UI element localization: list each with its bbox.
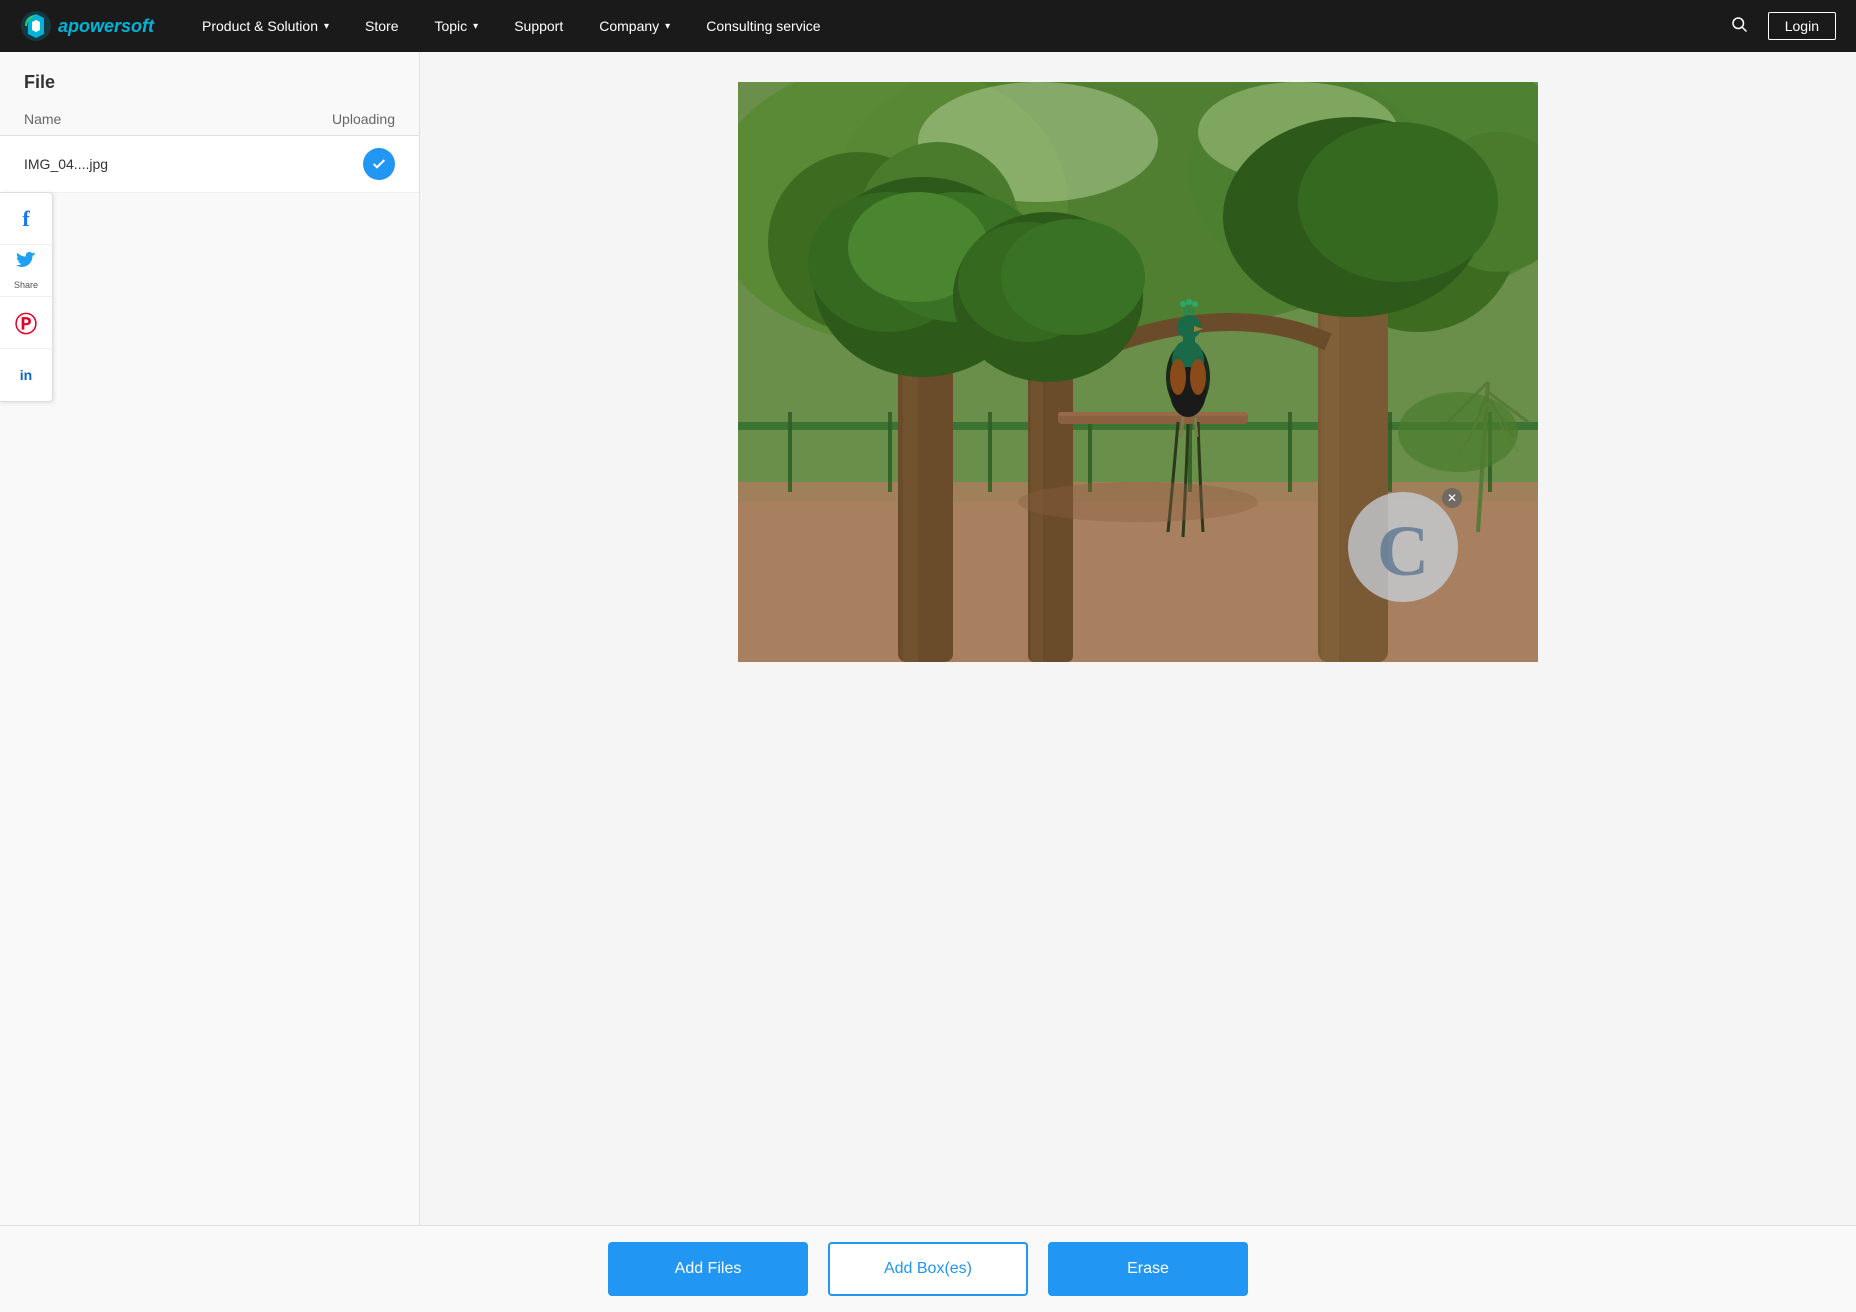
facebook-icon: f bbox=[22, 206, 29, 232]
add-files-button[interactable]: Add Files bbox=[608, 1242, 808, 1296]
nav-actions: Login bbox=[1722, 11, 1836, 42]
logo-text: apowersoft bbox=[58, 16, 154, 37]
file-name: IMG_04....jpg bbox=[24, 156, 363, 172]
chevron-down-icon: ▾ bbox=[473, 21, 478, 32]
share-label: Share bbox=[14, 280, 38, 290]
add-box-button[interactable]: Add Box(es) bbox=[828, 1242, 1028, 1296]
facebook-share-button[interactable]: f bbox=[0, 193, 52, 245]
twitter-share-button[interactable]: Share bbox=[0, 245, 52, 297]
login-button[interactable]: Login bbox=[1768, 12, 1836, 40]
pinterest-icon: Ⓟ bbox=[15, 307, 37, 339]
main-layout: f Share Ⓟ in File Name Uploading bbox=[0, 52, 1856, 1312]
navigation: apowersoft Product & Solution ▾ Store To… bbox=[0, 0, 1856, 52]
nav-topic[interactable]: Topic ▾ bbox=[416, 0, 496, 52]
table-row: IMG_04....jpg bbox=[0, 136, 419, 193]
social-share-bar: f Share Ⓟ in bbox=[0, 192, 53, 402]
twitter-icon bbox=[16, 252, 36, 278]
nav-consulting[interactable]: Consulting service bbox=[688, 0, 838, 52]
watermark-close-button[interactable]: ✕ bbox=[1442, 488, 1462, 508]
col-status-label: Uploading bbox=[295, 111, 395, 127]
file-table-header: Name Uploading bbox=[0, 103, 419, 136]
watermark-letter: C bbox=[1377, 515, 1429, 587]
sidebar-title: File bbox=[0, 52, 419, 103]
file-list: IMG_04....jpg bbox=[0, 136, 419, 1232]
nav-store[interactable]: Store bbox=[347, 0, 416, 52]
logo[interactable]: apowersoft bbox=[20, 10, 154, 42]
col-name-label: Name bbox=[24, 111, 295, 127]
nav-product-solution[interactable]: Product & Solution ▾ bbox=[184, 0, 347, 52]
linkedin-share-button[interactable]: in bbox=[0, 349, 52, 401]
chevron-down-icon: ▾ bbox=[665, 21, 670, 32]
erase-button[interactable]: Erase bbox=[1048, 1242, 1248, 1296]
sidebar: f Share Ⓟ in File Name Uploading bbox=[0, 52, 420, 1312]
search-icon[interactable] bbox=[1722, 11, 1756, 42]
upload-status-icon bbox=[363, 148, 395, 180]
nav-items: Product & Solution ▾ Store Topic ▾ Suppo… bbox=[184, 0, 1722, 52]
pinterest-share-button[interactable]: Ⓟ bbox=[0, 297, 52, 349]
bottom-bar: Add Files Add Box(es) Erase bbox=[0, 1225, 1856, 1312]
watermark-overlay: C ✕ bbox=[1348, 492, 1458, 602]
chevron-down-icon: ▾ bbox=[324, 21, 329, 32]
content-area: C ✕ bbox=[420, 52, 1856, 1312]
nav-company[interactable]: Company ▾ bbox=[581, 0, 688, 52]
nav-support[interactable]: Support bbox=[496, 0, 581, 52]
linkedin-icon: in bbox=[20, 367, 32, 383]
image-container: C ✕ bbox=[738, 82, 1538, 662]
